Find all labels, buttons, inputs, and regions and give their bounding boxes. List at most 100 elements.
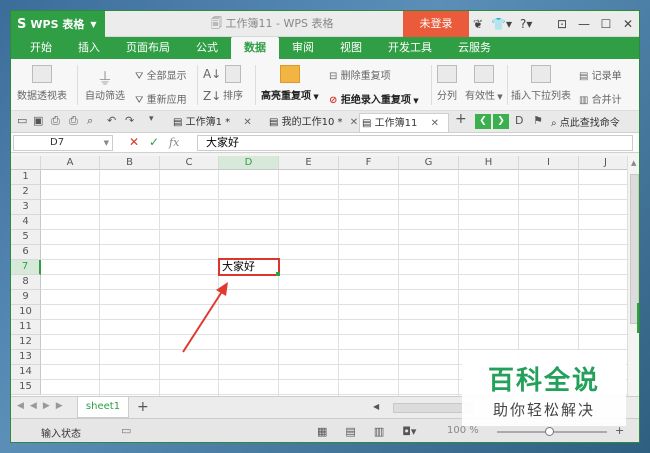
tab-data[interactable]: 数据: [231, 37, 279, 59]
column-header-j[interactable]: J: [579, 156, 627, 170]
insert-dropdown-button[interactable]: 插入下拉列表: [511, 65, 571, 102]
tab-review[interactable]: 审阅: [279, 37, 327, 59]
tab-cloud[interactable]: 云服务: [445, 37, 504, 59]
delete-duplicates-button[interactable]: ⊟ 删除重复项: [329, 67, 391, 82]
sheet-tab[interactable]: sheet1: [77, 397, 129, 418]
formula-input[interactable]: 大家好: [197, 135, 633, 151]
app-menu-button[interactable]: S WPS 表格 ▼: [11, 11, 105, 37]
reject-duplicates-button[interactable]: ⊘ 拒绝录入重复项 ▼: [329, 91, 419, 106]
column-header-i[interactable]: I: [519, 156, 579, 170]
close-icon[interactable]: ✕: [243, 117, 251, 128]
zoom-slider-knob[interactable]: [545, 427, 554, 436]
redo-icon[interactable]: ↷: [125, 114, 134, 127]
autofilter-button[interactable]: ⏚ 自动筛选: [85, 65, 125, 102]
row-header-6[interactable]: 6: [11, 245, 41, 260]
show-all-button[interactable]: ⛛ 全部显示: [135, 67, 187, 82]
sort-desc-icon[interactable]: Z↓: [203, 89, 221, 103]
scroll-left-icon[interactable]: ◀: [373, 402, 379, 411]
print-icon[interactable]: ⎙: [69, 114, 78, 128]
reading-mode-icon[interactable]: ◘▾: [402, 425, 416, 438]
pin-icon[interactable]: ⊡: [551, 11, 573, 37]
pivot-table-button[interactable]: 数据透视表: [17, 65, 67, 102]
tab-insert[interactable]: 插入: [65, 37, 113, 59]
row-header-10[interactable]: 10: [11, 305, 41, 320]
row-header-11[interactable]: 11: [11, 320, 41, 335]
tab-page-layout[interactable]: 页面布局: [113, 37, 183, 59]
sort-button[interactable]: 排序: [223, 65, 243, 102]
help-icon[interactable]: ?▾: [520, 17, 532, 31]
row-header-12[interactable]: 12: [11, 335, 41, 350]
select-all-corner[interactable]: [11, 156, 41, 170]
sheet-nav-icons[interactable]: ◀◀▶▶: [17, 401, 69, 411]
column-header-a[interactable]: A: [41, 156, 100, 170]
split-column-button[interactable]: 分列: [437, 65, 457, 102]
page-break-icon[interactable]: ▥: [374, 425, 384, 438]
scroll-thumb[interactable]: [630, 174, 639, 324]
maximize-button[interactable]: ☐: [595, 11, 617, 37]
doc-tab-3[interactable]: ▤ 工作簿11 ✕: [359, 113, 449, 132]
zoom-slider[interactable]: [497, 427, 607, 436]
new-tab-icon[interactable]: +: [455, 111, 467, 127]
vertical-scrollbar[interactable]: ▲: [627, 156, 639, 396]
validity-button[interactable]: 有效性 ▼: [465, 65, 503, 102]
close-button[interactable]: ✕: [617, 11, 639, 37]
row-header-15[interactable]: 15: [11, 380, 41, 395]
side-panel-handle[interactable]: [637, 303, 639, 333]
tab-view[interactable]: 视图: [327, 37, 375, 59]
minimize-button[interactable]: —: [573, 11, 595, 37]
preview-icon[interactable]: ⌕: [87, 114, 93, 128]
undo-icon[interactable]: ↶: [107, 114, 116, 127]
column-header-h[interactable]: H: [459, 156, 519, 170]
scroll-up-icon[interactable]: ▲: [631, 159, 636, 167]
tab-prev-button[interactable]: ❮: [475, 114, 491, 129]
reapply-button[interactable]: ⛛ 重新应用: [135, 91, 187, 106]
column-header-d[interactable]: D: [219, 156, 279, 170]
column-header-e[interactable]: E: [279, 156, 339, 170]
cancel-icon[interactable]: ✕: [129, 135, 139, 149]
tab-developer[interactable]: 开发工具: [375, 37, 445, 59]
row-header-8[interactable]: 8: [11, 275, 41, 290]
close-icon[interactable]: ✕: [431, 118, 439, 129]
column-header-g[interactable]: G: [399, 156, 459, 170]
column-header-b[interactable]: B: [100, 156, 160, 170]
customize-icon[interactable]: ▾: [149, 114, 154, 124]
share-icon[interactable]: ⚑: [533, 114, 543, 127]
row-header-13[interactable]: 13: [11, 350, 41, 365]
page-layout-icon[interactable]: ▤: [345, 425, 355, 438]
function-icon[interactable]: fx: [169, 136, 179, 149]
row-header-4[interactable]: 4: [11, 215, 41, 230]
sort-asc-icon[interactable]: A↓: [203, 67, 221, 81]
active-cell-d7[interactable]: 大家好: [218, 258, 280, 276]
tab-home[interactable]: 开始: [17, 37, 65, 59]
shirt-icon[interactable]: 👕▾: [491, 17, 512, 31]
row-header-3[interactable]: 3: [11, 200, 41, 215]
record-form-button[interactable]: ▤ 记录单: [579, 67, 622, 82]
find-command-box[interactable]: ⌕ 点此查找命令: [551, 114, 620, 129]
row-header-2[interactable]: 2: [11, 185, 41, 200]
close-icon[interactable]: ✕: [350, 117, 358, 128]
row-header-14[interactable]: 14: [11, 365, 41, 380]
fill-handle[interactable]: [276, 272, 280, 276]
doc-tab-2[interactable]: ▤ 我的工作10 * ✕: [267, 113, 358, 132]
save-icon[interactable]: ▣: [33, 114, 43, 127]
tab-formula[interactable]: 公式: [183, 37, 231, 59]
export-icon[interactable]: ⎙: [51, 114, 60, 128]
row-header-7[interactable]: 7: [11, 260, 41, 275]
tab-next-button[interactable]: ❯: [493, 114, 509, 129]
normal-view-icon[interactable]: ▦: [317, 425, 327, 438]
scroll-thumb[interactable]: [393, 403, 473, 413]
add-sheet-icon[interactable]: +: [137, 399, 149, 415]
column-header-c[interactable]: C: [160, 156, 219, 170]
highlight-duplicates-button[interactable]: 高亮重复项 ▼: [261, 65, 319, 102]
open-folder-icon[interactable]: ▭: [17, 114, 27, 127]
bird-icon[interactable]: ❦: [473, 17, 483, 31]
row-header-9[interactable]: 9: [11, 290, 41, 305]
login-button[interactable]: 未登录: [403, 11, 469, 37]
confirm-icon[interactable]: ✓: [149, 135, 159, 149]
name-box[interactable]: D7 ▼: [13, 135, 113, 151]
consolidate-button[interactable]: ▥ 合并计: [579, 91, 622, 106]
row-header-1[interactable]: 1: [11, 170, 41, 185]
column-header-f[interactable]: F: [339, 156, 399, 170]
row-header-5[interactable]: 5: [11, 230, 41, 245]
skin-icon[interactable]: D: [515, 114, 523, 127]
